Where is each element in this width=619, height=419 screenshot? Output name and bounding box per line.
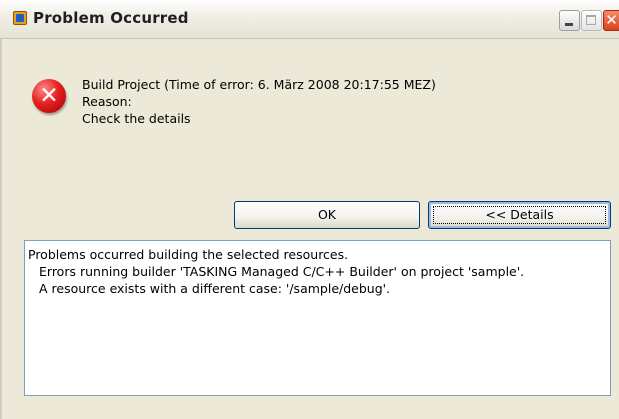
minimize-button[interactable] — [559, 10, 580, 31]
ok-button[interactable]: OK — [234, 201, 420, 229]
app-icon — [13, 11, 27, 25]
details-button[interactable]: << Details — [428, 201, 611, 229]
maximize-button[interactable] — [581, 10, 602, 31]
window-title: Problem Occurred — [33, 9, 189, 27]
error-message-line: Build Project (Time of error: 6. März 20… — [82, 77, 436, 92]
close-button[interactable]: ✕ — [603, 10, 619, 31]
details-text-area[interactable]: Problems occurred building the selected … — [24, 240, 611, 396]
error-icon: ✕ — [32, 79, 66, 113]
window-frame — [0, 38, 2, 419]
problem-dialog: Problem Occurred ✕ ✕ Build Project (Time… — [0, 0, 619, 419]
reason-label: Reason: — [82, 94, 132, 109]
details-line: Errors running builder 'TASKING Managed … — [39, 264, 525, 279]
reason-text: Check the details — [82, 111, 191, 126]
close-icon: ✕ — [605, 11, 618, 29]
details-line: A resource exists with a different case:… — [39, 281, 391, 296]
title-bar[interactable]: Problem Occurred ✕ — [0, 0, 619, 39]
details-line: Problems occurred building the selected … — [28, 247, 349, 262]
